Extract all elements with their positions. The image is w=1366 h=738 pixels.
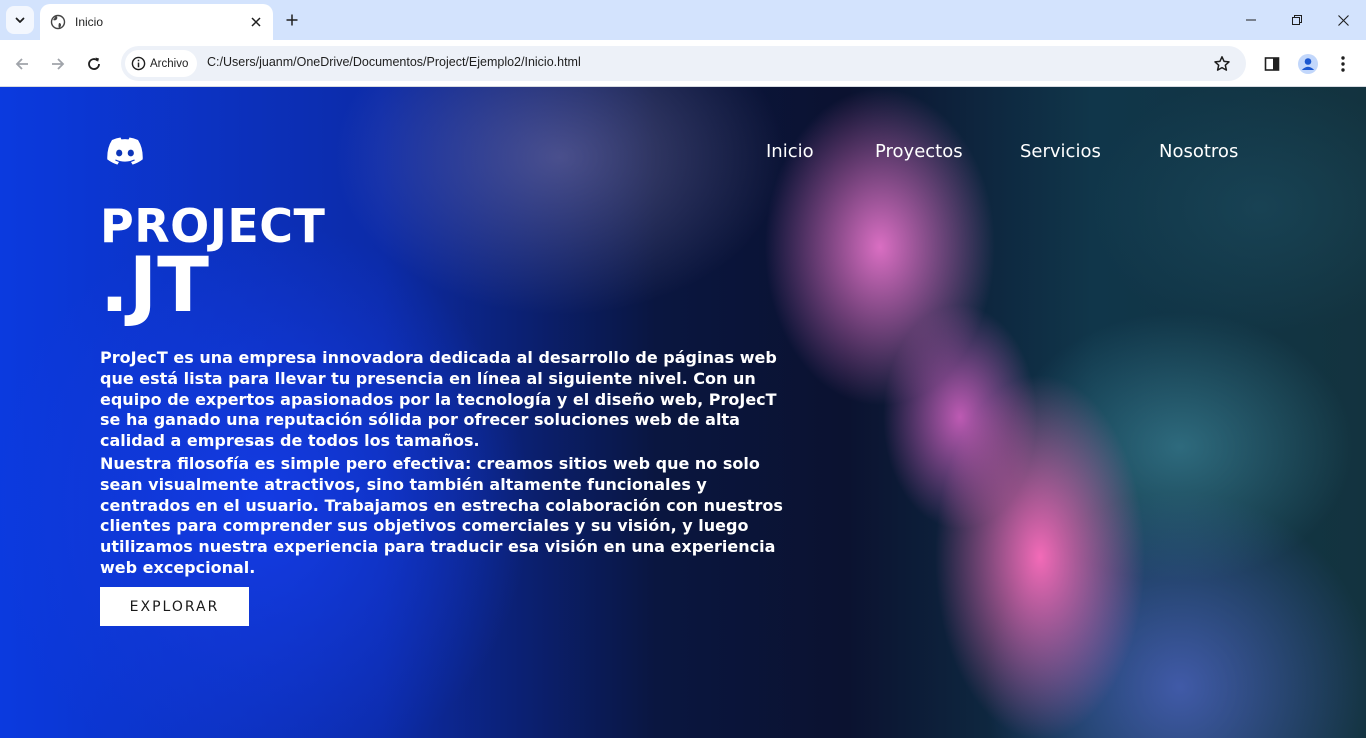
nav-nosotros[interactable]: Nosotros [1159,141,1238,162]
site-info-label: Archivo [150,57,189,70]
intro-paragraph: ProJecT es una empresa innovadora dedica… [100,348,777,451]
address-bar[interactable]: Archivo C:/Users/juanm/OneDrive/Document… [121,46,1246,81]
site-info-chip[interactable]: Archivo [125,50,198,77]
minimize-button[interactable] [1228,0,1274,40]
tab-close-icon[interactable] [247,13,265,31]
profile-button[interactable] [1294,50,1322,78]
globe-icon [50,14,66,30]
plus-icon [286,14,298,26]
reload-button[interactable] [80,50,108,78]
restore-icon [1292,15,1302,25]
chevron-down-icon [15,17,25,23]
back-button[interactable] [8,50,36,78]
hero-section: Inicio Proyectos Servicios Nosotros PROJ… [0,87,1366,738]
forward-button[interactable] [44,50,72,78]
minimize-icon [1246,19,1256,21]
more-vert-icon [1341,56,1345,72]
nav-inicio[interactable]: Inicio [766,141,814,162]
tab-title: Inicio [75,15,104,29]
reload-icon [88,57,100,70]
close-window-button[interactable] [1320,0,1366,40]
nav-servicios[interactable]: Servicios [1020,141,1101,162]
info-icon [131,56,146,71]
restore-button[interactable] [1274,0,1320,40]
tab-strip: Inicio [0,0,1366,40]
explore-button[interactable]: EXPLORAR [100,587,249,626]
active-tab[interactable]: Inicio [40,4,273,40]
side-panel-icon [1264,57,1280,71]
url-text[interactable]: C:/Users/juanm/OneDrive/Documentos/Proje… [207,55,581,69]
hero-title-line2: .JT [100,240,209,329]
browser-toolbar: Archivo C:/Users/juanm/OneDrive/Document… [0,40,1366,87]
profile-avatar-icon [1298,54,1318,74]
menu-button[interactable] [1329,50,1357,78]
arrow-right-icon [52,58,65,70]
arrow-left-icon [15,58,28,70]
side-panel-button[interactable] [1258,50,1286,78]
philosophy-paragraph: Nuestra filosofía es simple pero efectiv… [100,454,783,577]
close-icon [1337,14,1349,26]
discord-icon[interactable] [106,137,144,167]
nav-proyectos[interactable]: Proyectos [875,141,963,162]
tab-search-button[interactable] [6,6,34,34]
bookmark-star-icon[interactable] [1212,54,1232,74]
new-tab-button[interactable] [281,9,303,31]
